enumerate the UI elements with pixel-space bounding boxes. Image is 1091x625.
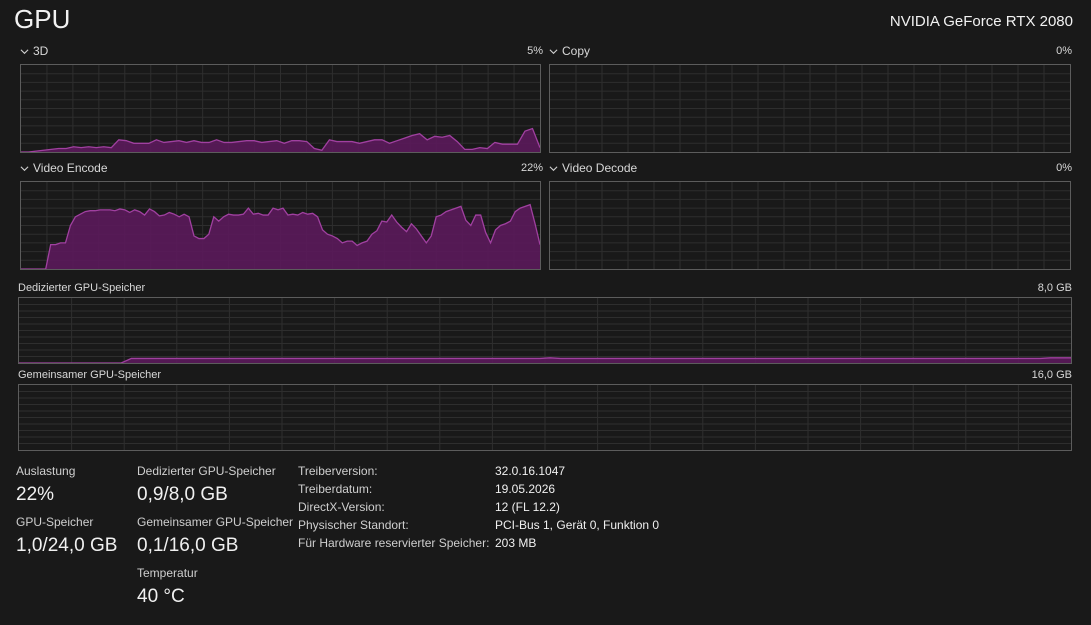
info-table: Treiberversion: 32.0.16.1047 Treiberdatu… bbox=[298, 464, 659, 550]
graph-3d-percent: 5% bbox=[527, 45, 543, 57]
graph-3d-svg bbox=[21, 65, 540, 152]
info-value: 203 MB bbox=[495, 536, 537, 550]
graph-video-encode bbox=[20, 181, 541, 270]
shared-memory-max: 16,0 GB bbox=[1031, 369, 1072, 381]
usage-area bbox=[21, 204, 540, 269]
graph-3d-header[interactable]: 3D bbox=[20, 44, 48, 58]
chevron-down-icon[interactable] bbox=[549, 47, 558, 56]
info-value: 19.05.2026 bbox=[495, 482, 556, 496]
graph-3d bbox=[20, 64, 541, 153]
graph-encode-percent: 22% bbox=[520, 162, 543, 174]
chevron-down-icon[interactable] bbox=[20, 47, 29, 56]
graph-encode-svg bbox=[21, 182, 540, 269]
dedicated-memory-label: Dedizierter GPU-Speicher bbox=[18, 282, 146, 294]
graph-copy bbox=[549, 64, 1071, 153]
grid-lines bbox=[19, 298, 1071, 363]
page-title: GPU bbox=[14, 4, 71, 34]
info-value: PCI-Bus 1, Gerät 0, Funktion 0 bbox=[495, 518, 660, 532]
graph-dedicated-memory bbox=[18, 297, 1072, 364]
graph-video-decode bbox=[549, 181, 1071, 270]
graph-copy-label: Copy bbox=[562, 44, 591, 58]
grid-lines bbox=[21, 65, 540, 152]
stat-dedicated-label: Dedizierter GPU-Speicher bbox=[137, 464, 276, 478]
chevron-down-icon[interactable] bbox=[549, 164, 558, 173]
graph-encode-label: Video Encode bbox=[33, 161, 108, 175]
graph-copy-percent: 0% bbox=[1056, 45, 1072, 57]
graph-3d-label: 3D bbox=[33, 44, 49, 58]
stat-auslastung-label: Auslastung bbox=[16, 464, 76, 478]
graph-copy-header[interactable]: Copy bbox=[549, 44, 590, 58]
info-label: Physischer Standort: bbox=[298, 518, 409, 532]
info-label: Treiberversion: bbox=[298, 464, 378, 478]
info-label: Für Hardware reservierter Speicher: bbox=[298, 536, 490, 550]
chevron-down-icon[interactable] bbox=[20, 164, 29, 173]
info-label: Treiberdatum: bbox=[298, 482, 373, 496]
gpu-name: NVIDIA GeForce RTX 2080 bbox=[889, 13, 1073, 30]
stat-auslastung-value: 22% bbox=[16, 484, 55, 505]
stat-shared-value: 0,1/16,0 GB bbox=[137, 535, 239, 556]
stat-gpu-speicher-label: GPU-Speicher bbox=[16, 515, 94, 529]
grid-lines bbox=[550, 65, 1070, 152]
shared-memory-label: Gemeinsamer GPU-Speicher bbox=[18, 369, 162, 381]
stat-temp-value: 40 °C bbox=[137, 586, 185, 607]
info-value: 32.0.16.1047 bbox=[495, 464, 566, 478]
graph-encode-header[interactable]: Video Encode bbox=[20, 161, 108, 175]
stat-gpu-speicher-value: 1,0/24,0 GB bbox=[16, 535, 118, 556]
graph-decode-header[interactable]: Video Decode bbox=[549, 161, 637, 175]
graph-decode-percent: 0% bbox=[1056, 162, 1072, 174]
graph-dedicated-svg bbox=[19, 298, 1071, 363]
dedicated-memory-max: 8,0 GB bbox=[1037, 282, 1072, 294]
grid-lines bbox=[550, 182, 1070, 269]
stat-temp-label: Temperatur bbox=[137, 566, 198, 580]
graph-copy-svg bbox=[550, 65, 1070, 152]
graph-shared-memory bbox=[18, 384, 1072, 451]
grid-lines bbox=[19, 385, 1071, 450]
graph-shared-svg bbox=[19, 385, 1071, 450]
info-value: 12 (FL 12.2) bbox=[495, 500, 560, 514]
info-label: DirectX-Version: bbox=[298, 500, 385, 514]
stat-shared-label: Gemeinsamer GPU-Speicher bbox=[137, 515, 294, 529]
graph-decode-svg bbox=[550, 182, 1070, 269]
graph-decode-label: Video Decode bbox=[562, 161, 638, 175]
stat-dedicated-value: 0,9/8,0 GB bbox=[137, 484, 228, 505]
